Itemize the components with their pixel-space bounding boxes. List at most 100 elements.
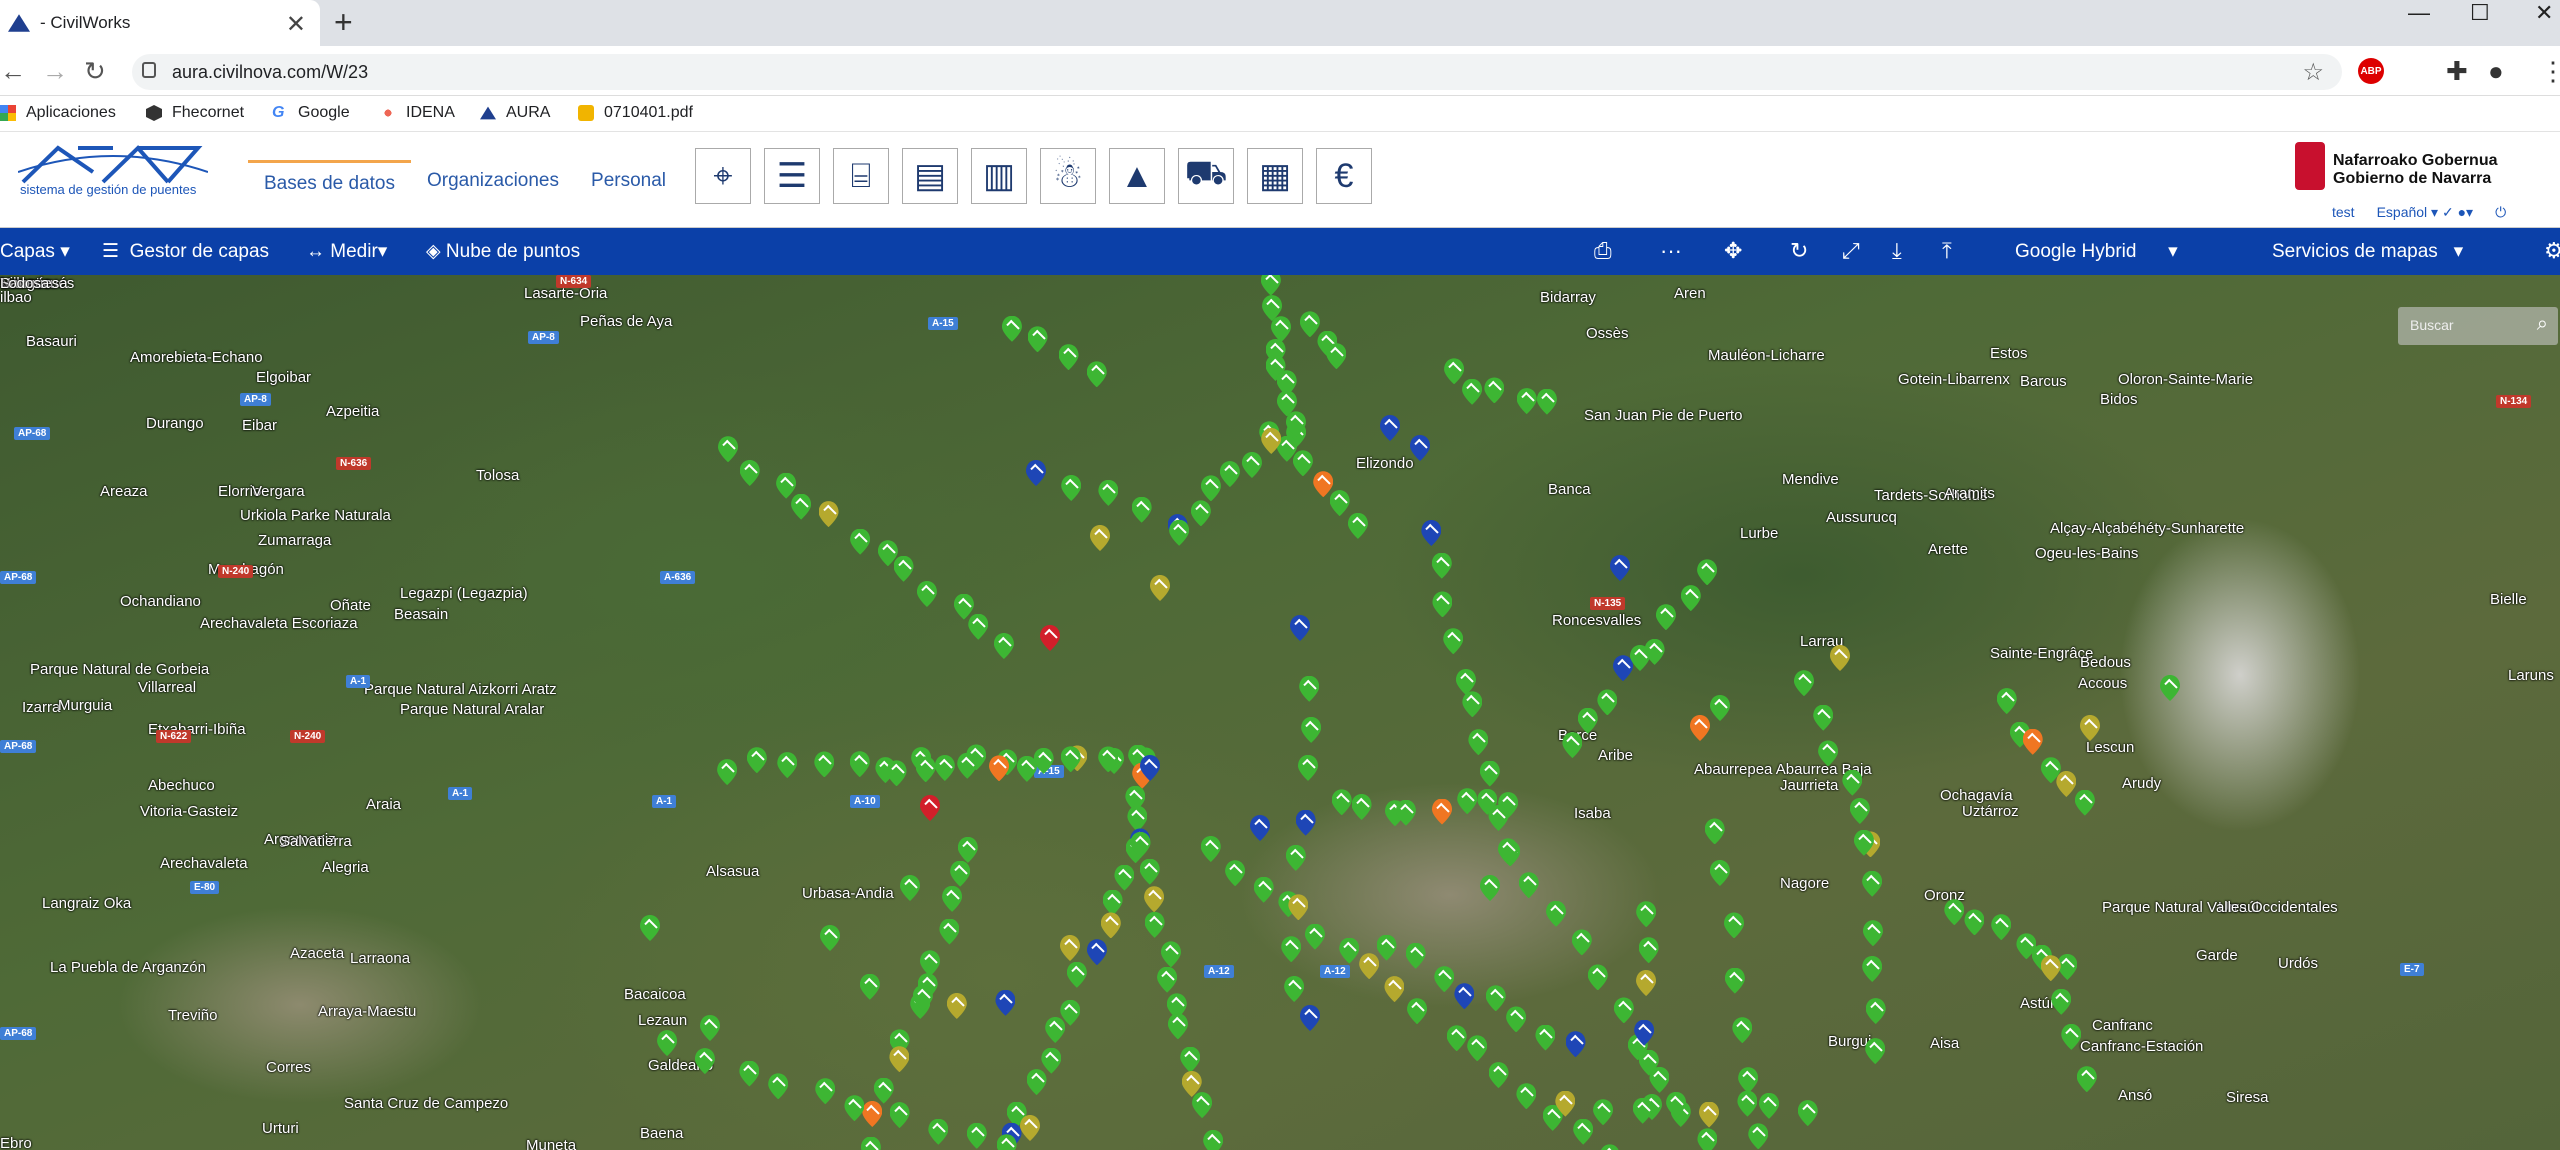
bridge-marker-icon[interactable] <box>1380 415 1400 441</box>
bridge-marker-icon[interactable] <box>928 1119 948 1145</box>
bridge-marker-icon[interactable] <box>1737 1091 1757 1117</box>
inventory-icon[interactable]: ▥ <box>971 148 1027 204</box>
bridge-marker-icon[interactable] <box>1288 894 1308 920</box>
books-icon[interactable]: ▦ <box>1247 148 1303 204</box>
bridge-marker-icon[interactable] <box>1588 964 1608 990</box>
maximize-icon[interactable]: ☐ <box>2470 0 2490 26</box>
traffic-cone-icon[interactable]: ▲ <box>1109 148 1165 204</box>
bridge-marker-icon[interactable] <box>1332 789 1352 815</box>
bridge-marker-icon[interactable] <box>1865 1038 1885 1064</box>
bridge-marker-icon[interactable] <box>958 837 978 863</box>
bridge-marker-icon[interactable] <box>1725 968 1745 994</box>
search-icon[interactable]: ⌕ <box>2537 313 2548 336</box>
bridge-marker-icon[interactable] <box>1600 1144 1620 1150</box>
bridge-marker-icon[interactable] <box>1862 871 1882 897</box>
bridge-marker-icon[interactable] <box>1697 1128 1717 1150</box>
bridge-marker-icon[interactable] <box>1597 689 1617 715</box>
bridge-marker-icon[interactable] <box>1462 691 1482 717</box>
bridge-marker-icon[interactable] <box>1020 1115 1040 1141</box>
bridge-marker-icon[interactable] <box>1157 967 1177 993</box>
bridge-marker-icon[interactable] <box>1517 388 1537 414</box>
user-name[interactable]: test <box>2332 204 2355 221</box>
bridge-marker-icon[interactable] <box>1301 717 1321 743</box>
bridge-marker-icon[interactable] <box>1359 953 1379 979</box>
bridge-marker-icon[interactable] <box>1061 475 1081 501</box>
bridge-marker-icon[interactable] <box>1192 1092 1212 1118</box>
bridge-marker-icon[interactable] <box>2160 675 2180 701</box>
upload-icon[interactable]: ⤒ <box>1942 238 1952 264</box>
bridge-marker-icon[interactable] <box>995 990 1015 1016</box>
bridge-marker-icon[interactable] <box>1098 480 1118 506</box>
bridge-marker-icon[interactable] <box>640 915 660 941</box>
bridge-marker-icon[interactable] <box>1225 860 1245 886</box>
bridge-marker-icon[interactable] <box>740 460 760 486</box>
browser-menu-icon[interactable]: ⋮ <box>2540 56 2560 87</box>
bridge-marker-icon[interactable] <box>1964 909 1984 935</box>
window-close-icon[interactable]: ✕ <box>2535 0 2553 26</box>
bridge-marker-icon[interactable] <box>1462 379 1482 405</box>
bridge-marker-icon[interactable] <box>1759 1093 1779 1119</box>
bridge-marker-icon[interactable] <box>1027 1069 1047 1095</box>
bridge-marker-icon[interactable] <box>1180 1047 1200 1073</box>
bridge-marker-icon[interactable] <box>1748 1123 1768 1149</box>
bridge-marker-icon[interactable] <box>1261 275 1281 296</box>
bridge-marker-icon[interactable] <box>1710 860 1730 886</box>
bridge-marker-icon[interactable] <box>1454 983 1474 1009</box>
bridge-marker-icon[interactable] <box>1991 914 2011 940</box>
bridge-marker-icon[interactable] <box>1468 729 1488 755</box>
bridge-marker-icon[interactable] <box>739 1061 759 1087</box>
bridge-marker-icon[interactable] <box>1169 520 1189 546</box>
bridge-marker-icon[interactable] <box>874 1078 894 1104</box>
bridge-marker-icon[interactable] <box>657 1030 677 1056</box>
bridge-marker-icon[interactable] <box>889 1046 909 1072</box>
bridge-marker-icon[interactable] <box>1250 815 1270 841</box>
bridge-marker-icon[interactable] <box>1087 361 1107 387</box>
bridge-marker-icon[interactable] <box>1406 943 1426 969</box>
bridge-marker-icon[interactable] <box>1944 899 1964 925</box>
bridge-marker-icon[interactable] <box>1535 1025 1555 1051</box>
bridge-marker-icon[interactable] <box>1132 497 1152 523</box>
url-field[interactable]: aura.civilnova.com/W/23 ☆ <box>132 54 2342 90</box>
bridge-marker-icon[interactable] <box>1339 938 1359 964</box>
bridge-marker-icon[interactable] <box>1432 553 1452 579</box>
bridge-marker-icon[interactable] <box>1636 901 1656 927</box>
bridge-marker-icon[interactable] <box>894 556 914 582</box>
bridge-marker-icon[interactable] <box>1290 615 1310 641</box>
bridge-marker-icon[interactable] <box>1537 389 1557 415</box>
bridge-marker-icon[interactable] <box>844 1095 864 1121</box>
bridge-marker-icon[interactable] <box>1017 756 1037 782</box>
bridge-marker-icon[interactable] <box>1488 805 1508 831</box>
settings-gear-icon[interactable]: ⚙ <box>2544 238 2560 264</box>
nav-organizaciones[interactable]: Organizaciones <box>411 160 575 202</box>
power-icon[interactable]: ⏻ <box>2495 204 2506 221</box>
bridge-marker-icon[interactable] <box>1519 872 1539 898</box>
inspector-helmet-icon[interactable]: ☃ <box>1040 148 1096 204</box>
bridge-marker-icon[interactable] <box>1862 956 1882 982</box>
bridge-marker-icon[interactable] <box>1026 460 1046 486</box>
bridge-marker-icon[interactable] <box>819 501 839 527</box>
bridge-marker-icon[interactable] <box>862 1101 882 1127</box>
bridge-marker-icon[interactable] <box>1480 875 1500 901</box>
bridge-marker-icon[interactable] <box>860 974 880 1000</box>
bridge-marker-icon[interactable] <box>2075 790 2095 816</box>
bridge-marker-icon[interactable] <box>916 756 936 782</box>
language-select[interactable]: Español ▾ ✓ ●▾ <box>2377 204 2474 221</box>
bridge-marker-icon[interactable] <box>850 529 870 555</box>
bridge-marker-icon[interactable] <box>1271 316 1291 342</box>
bridge-marker-icon[interactable] <box>1724 912 1744 938</box>
bridge-marker-icon[interactable] <box>1041 1048 1061 1074</box>
bridge-marker-icon[interactable] <box>1432 591 1452 617</box>
truck-icon[interactable]: ⛟ <box>1178 148 1234 204</box>
bridge-marker-icon[interactable] <box>1203 1130 1223 1150</box>
bridge-marker-icon[interactable] <box>1144 886 1164 912</box>
browser-tab[interactable]: - CivilWorks ✕ <box>0 0 320 46</box>
bridge-marker-icon[interactable] <box>939 919 959 945</box>
bridge-marker-icon[interactable] <box>1467 1035 1487 1061</box>
list-icon[interactable]: ☰ <box>764 148 820 204</box>
bridge-marker-icon[interactable] <box>850 751 870 777</box>
bridge-marker-icon[interactable] <box>1562 732 1582 758</box>
bridge-marker-icon[interactable] <box>1656 604 1676 630</box>
bridge-marker-icon[interactable] <box>2080 715 2100 741</box>
map-search-input[interactable]: Buscar ⌕ <box>2398 307 2558 345</box>
nube-puntos-button[interactable]: ◈ Nube de puntos <box>426 240 580 263</box>
